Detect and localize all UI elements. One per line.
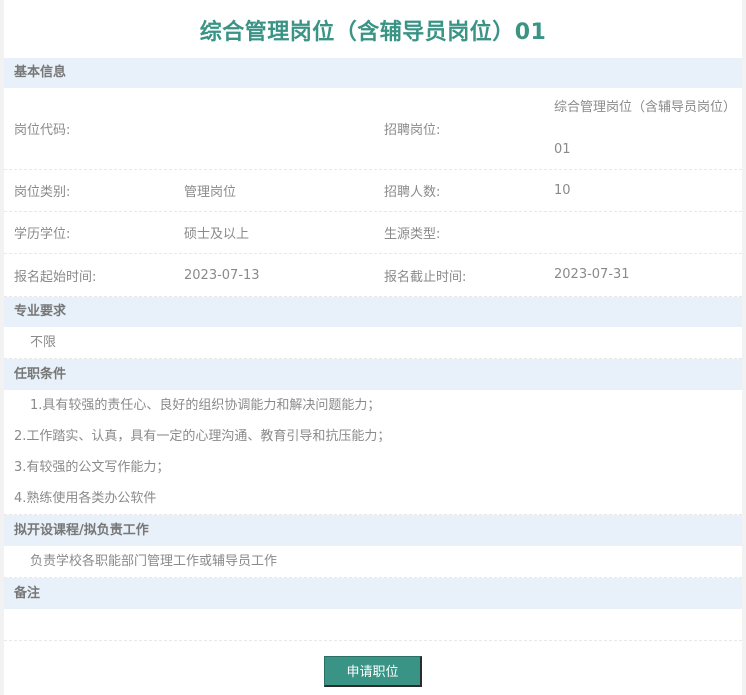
recruit-position-value: 综合管理岗位（含辅导员岗位）01	[554, 99, 737, 157]
source-label: 生源类型:	[384, 227, 441, 242]
position-code-label: 岗位代码:	[14, 123, 71, 138]
courses-text: 负责学校各职能部门管理工作或辅导员工作	[4, 546, 742, 578]
apply-button[interactable]: 申请职位	[324, 656, 422, 687]
section-major: 专业要求	[4, 297, 742, 327]
section-requirements: 任职条件	[4, 359, 742, 390]
end-date-value: 2023-07-31	[554, 267, 630, 282]
info-row-category: 岗位类别: 管理岗位 招聘人数: 10	[4, 170, 742, 212]
section-remarks: 备注	[4, 578, 742, 609]
headcount-label: 招聘人数:	[384, 185, 441, 200]
degree-value: 硕士及以上	[184, 227, 250, 242]
info-row-code: 岗位代码: 招聘岗位: 综合管理岗位（含辅导员岗位）01	[4, 88, 742, 170]
category-value: 管理岗位	[184, 185, 237, 200]
job-detail-card: 综合管理岗位（含辅导员岗位）01 基本信息 岗位代码: 招聘岗位: 综合管理岗位…	[4, 0, 742, 695]
requirement-item: 1.具有较强的责任心、良好的组织协调能力和解决问题能力；	[30, 398, 381, 413]
source-value	[554, 212, 742, 253]
apply-button-wrap: 申请职位	[4, 656, 742, 687]
requirement-item: 2.工作踏实、认真，具有一定的心理沟通、教育引导和抗压能力；	[14, 429, 391, 444]
category-label: 岗位类别:	[14, 185, 71, 200]
recruit-position-label: 招聘岗位:	[384, 123, 441, 138]
major-requirement-text: 不限	[4, 327, 742, 359]
info-row-degree: 学历学位: 硕士及以上 生源类型:	[4, 212, 742, 254]
page-title: 综合管理岗位（含辅导员岗位）01	[199, 20, 547, 45]
end-date-label: 报名截止时间:	[384, 269, 467, 285]
degree-label: 学历学位:	[14, 227, 71, 242]
start-date-value: 2023-07-13	[184, 267, 260, 283]
info-row-dates: 报名起始时间: 2023-07-13 报名截止时间: 2023-07-31	[4, 254, 742, 297]
requirement-item: 3.有较强的公文写作能力；	[14, 460, 170, 475]
headcount-value: 10	[554, 182, 571, 198]
remarks-text	[4, 609, 742, 641]
section-courses: 拟开设课程/拟负责工作	[4, 515, 742, 546]
requirement-item: 4.熟练使用各类办公软件	[4, 483, 742, 515]
start-date-label: 报名起始时间:	[14, 269, 97, 285]
position-code-value	[184, 88, 374, 169]
section-basic-info: 基本信息	[4, 58, 742, 88]
